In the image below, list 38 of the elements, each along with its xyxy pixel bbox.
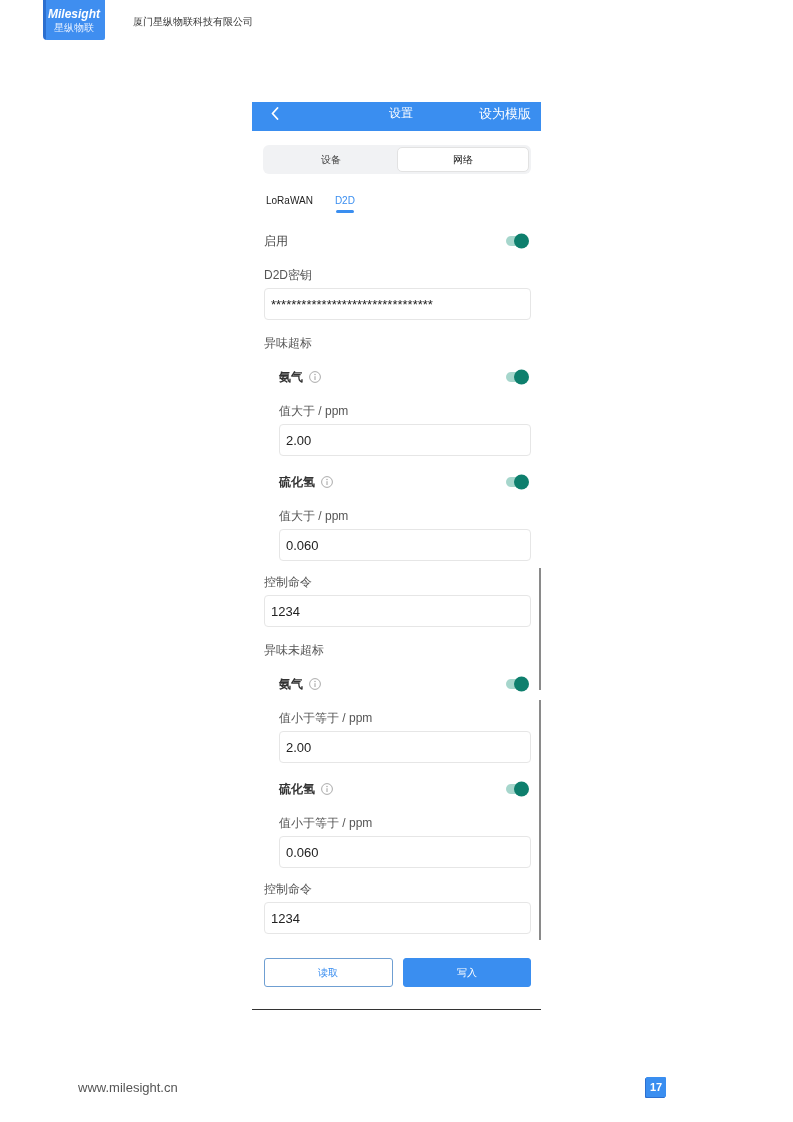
sub-tab[interactable]: LoRaWAN: [266, 186, 313, 215]
toggle-switch[interactable]: [505, 233, 529, 249]
segment-tab[interactable]: 网络: [397, 147, 529, 172]
setting-label: 启用: [264, 232, 288, 250]
input-field[interactable]: 0.060: [279, 836, 531, 868]
setting-label: 氨气: [279, 675, 303, 693]
input-field[interactable]: 0.060: [279, 529, 531, 561]
field-label: 控制命令: [264, 574, 313, 590]
section-label: 异味未超标: [264, 643, 324, 657]
field-label: D2D密钥: [264, 267, 313, 283]
chevron-left-icon[interactable]: [271, 107, 279, 120]
input-field[interactable]: 2.00: [279, 731, 531, 763]
input-field[interactable]: 1234: [264, 902, 531, 934]
read-button[interactable]: 读取: [264, 958, 393, 987]
toggle-switch[interactable]: [505, 676, 529, 692]
setting-label: 硫化氢: [279, 473, 315, 491]
brand-name: Milesight: [48, 7, 100, 21]
sub-tab[interactable]: D2D: [334, 186, 355, 215]
page-number: 17: [646, 1077, 666, 1097]
setting-label: 硫化氢: [279, 780, 315, 798]
screen-title: 设置: [389, 105, 413, 121]
website-url: www.milesight.cn: [78, 1079, 178, 1095]
field-label: 值大于 / ppm: [279, 403, 350, 419]
brand-subtitle: 星纵物联: [54, 22, 94, 33]
field-label: 值小于等于 / ppm: [279, 710, 374, 726]
segment-tab[interactable]: 设备: [265, 147, 397, 172]
field-label: 控制命令: [264, 881, 313, 897]
input-field[interactable]: 1234: [264, 595, 531, 627]
company-name: 厦门星纵物联科技有限公司: [133, 15, 253, 29]
toggle-switch[interactable]: [505, 781, 529, 797]
toggle-switch[interactable]: [505, 474, 529, 490]
field-label: 值大于 / ppm: [279, 508, 350, 524]
field-label: 值小于等于 / ppm: [279, 815, 374, 831]
setting-label: 氨气: [279, 368, 303, 386]
section-label: 异味超标: [264, 336, 312, 350]
input-field[interactable]: 2.00: [279, 424, 531, 456]
input-field[interactable]: ********************************: [264, 288, 531, 320]
toggle-switch[interactable]: [505, 369, 529, 385]
